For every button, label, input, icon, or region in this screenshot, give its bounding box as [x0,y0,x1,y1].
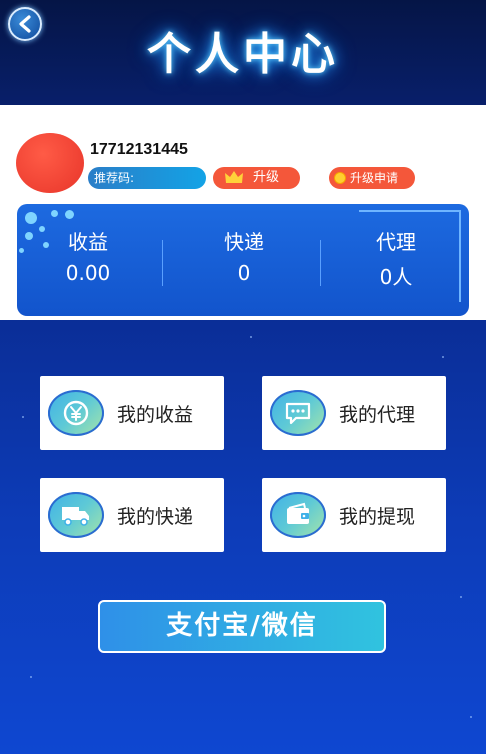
stats-card: 收益 0.00 快递 0 代理 0人 [17,204,469,316]
menu-my-earnings[interactable]: 我的收益 [40,376,224,450]
stat-label: 快递 [224,230,264,254]
chat-bubble-icon [270,390,326,436]
stat-express[interactable]: 快递 0 [169,226,319,285]
stat-value: 0人 [379,265,413,289]
apply-upgrade-label: 升级申请 [350,171,399,185]
crown-icon [225,171,243,183]
stat-value: 0 [237,261,251,285]
menu-label: 我的快递 [117,506,194,528]
menu-my-express[interactable]: 我的快递 [40,478,224,552]
menu-my-agents[interactable]: 我的代理 [262,376,446,450]
user-phone: 17712131445 [90,141,188,158]
page-title: 个人中心 [147,29,339,80]
yuan-coin-icon [48,390,104,436]
stat-earnings[interactable]: 收益 0.00 [17,226,163,285]
menu-label: 我的收益 [117,404,194,426]
stat-value: 0.00 [65,261,111,285]
upgrade-button[interactable]: 升级 [213,167,300,189]
avatar[interactable] [16,133,84,193]
upgrade-label: 升级 [253,170,280,185]
menu-my-withdraw[interactable]: 我的提现 [262,478,446,552]
menu-label: 我的提现 [339,506,416,528]
stat-label: 代理 [376,230,416,254]
stat-agents[interactable]: 代理 0人 [321,226,469,290]
referral-code-badge: 推荐码: [88,167,206,189]
delivery-truck-icon [48,492,104,538]
apply-upgrade-button[interactable]: 升级申请 [329,167,415,189]
wallet-icon [270,492,326,538]
pay-button[interactable]: 支付宝/微信 [98,600,386,653]
coin-icon [334,172,346,184]
menu-label: 我的代理 [339,404,416,426]
header-bar: 个人中心 [0,0,486,105]
stat-label: 收益 [68,230,108,254]
